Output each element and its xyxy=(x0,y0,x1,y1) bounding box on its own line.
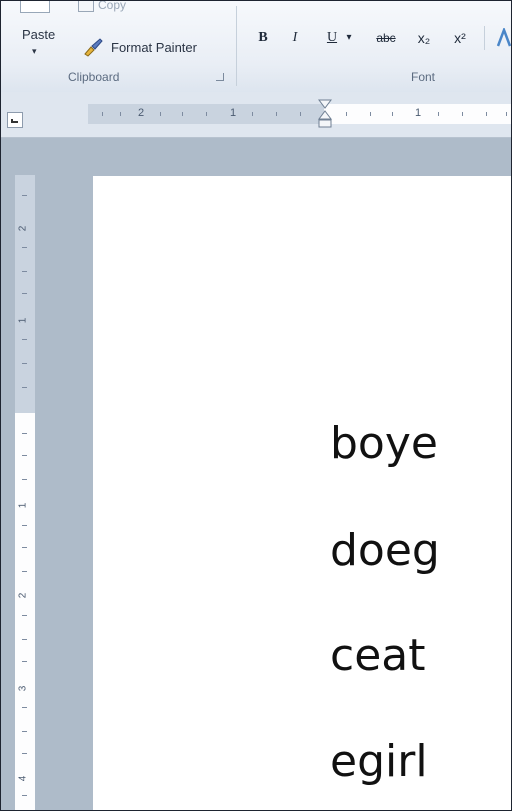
ruler-number: 2 xyxy=(138,107,145,119)
clipboard-icon xyxy=(20,0,50,13)
paste-label: Paste xyxy=(22,27,56,42)
subscript-button[interactable]: x₂ xyxy=(413,28,435,48)
ruler-number: 2 xyxy=(17,225,29,232)
ruler-number: 1 xyxy=(17,502,29,509)
paintbrush-icon xyxy=(84,38,103,57)
text-effects-icon[interactable] xyxy=(496,28,512,48)
group-divider xyxy=(236,6,237,86)
dialog-launcher-icon[interactable] xyxy=(216,73,224,81)
document-word[interactable]: ceat xyxy=(330,630,425,681)
strikethrough-button[interactable]: abc xyxy=(371,28,401,48)
copy-label: Copy xyxy=(98,0,127,12)
ruler-number: 4 xyxy=(17,775,29,782)
paste-button[interactable]: Paste ▾ xyxy=(8,0,68,68)
ruler-text-area xyxy=(15,413,35,811)
document-page[interactable]: boye doeg ceat egirl xyxy=(93,176,512,811)
italic-button[interactable]: I xyxy=(287,28,303,48)
underline-dropdown-icon[interactable]: ▾ xyxy=(343,28,355,48)
clipboard-group-label: Clipboard xyxy=(68,70,120,84)
underline-button[interactable]: U xyxy=(323,28,341,48)
font-group-label: Font xyxy=(411,70,436,84)
vertical-ruler[interactable]: 2 1 1 2 3 4 xyxy=(15,175,35,811)
ruler-number: 3 xyxy=(17,685,29,692)
document-word[interactable]: egirl xyxy=(330,736,428,787)
tab-selector-button[interactable] xyxy=(7,112,23,128)
chevron-down-icon[interactable]: ▾ xyxy=(32,46,37,57)
group-divider xyxy=(484,26,485,50)
copy-icon xyxy=(78,0,94,12)
document-word[interactable]: boye xyxy=(330,418,438,469)
document-word[interactable]: doeg xyxy=(330,525,440,576)
indent-marker-icon[interactable] xyxy=(318,99,332,129)
ruler-number: 1 xyxy=(415,107,422,119)
ribbon: Paste ▾ Copy Format Painter Clipboard B … xyxy=(0,0,512,93)
ruler-margin-top xyxy=(15,175,35,413)
ruler-number: 1 xyxy=(17,317,29,324)
superscript-button[interactable]: x² xyxy=(449,28,471,48)
ruler-number: 2 xyxy=(17,592,29,599)
horizontal-ruler[interactable]: 2 1 1 xyxy=(88,104,512,124)
bold-button[interactable]: B xyxy=(254,28,272,48)
format-painter-label: Format Painter xyxy=(111,40,197,55)
ruler-number: 1 xyxy=(230,107,237,119)
